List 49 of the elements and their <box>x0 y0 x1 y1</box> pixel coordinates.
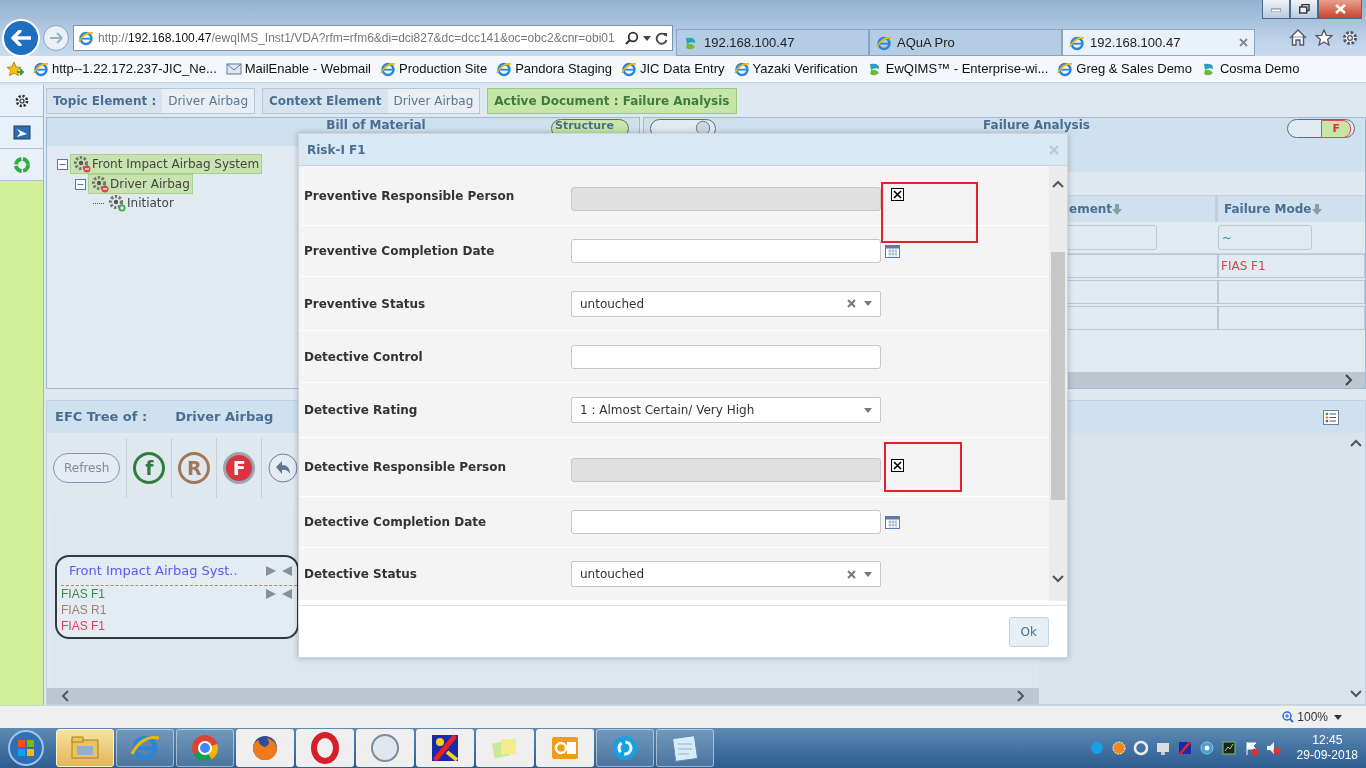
favorite-link[interactable]: EwQIMS™ - Enterprise-wi... <box>866 59 1049 79</box>
column-header[interactable]: ement <box>1069 200 1113 218</box>
browser-tab[interactable]: 192.168.100.47 <box>676 29 869 56</box>
favorite-link[interactable]: Production Site <box>379 59 488 79</box>
column-header[interactable]: Failure Mode <box>1224 200 1312 218</box>
legend-button[interactable]: F <box>223 452 256 484</box>
field-value: Driver Airbag <box>162 89 254 113</box>
favorite-link[interactable]: Greg & Sales Demo <box>1057 59 1192 79</box>
select-field[interactable]: untouched <box>571 561 881 587</box>
favorite-link[interactable]: JIC Data Entry <box>621 59 725 79</box>
browser-tab[interactable]: 192.168.100.47 <box>1062 29 1255 56</box>
field-label: Detective Completion Date <box>303 514 488 531</box>
clock[interactable]: 12:45 29-09-2018 <box>1296 733 1358 763</box>
table-cell: FIAS F1 <box>1218 254 1365 278</box>
field-label: Preventive Status <box>303 295 427 313</box>
legend-button[interactable]: f <box>133 452 166 484</box>
url-text: http://192.168.100.47/ewqIMS_Inst1/VDA?rfm=rfm6&di=dci827&dc=dcc141&oc=obc2&cnr=obi01 <box>98 31 615 45</box>
node-title: Front Impact Airbag Syst.. <box>69 562 239 580</box>
field-value: Driver Airbag <box>387 89 480 113</box>
field-label: Topic Element : <box>52 93 158 110</box>
dialog-title: Risk-I F1 <box>307 141 366 159</box>
tree-item[interactable]: Driver Airbag <box>88 174 193 194</box>
field-label: Preventive Completion Date <box>303 243 496 260</box>
tree-item[interactable]: Initiator <box>106 194 176 212</box>
browser-tab[interactable]: AQuA Pro <box>869 29 1062 56</box>
field-label: Detective Control <box>303 348 424 366</box>
field-label: Preventive Responsible Person <box>303 187 516 205</box>
favorite-link[interactable]: http--1.22.172.237-JIC_Ne... <box>33 59 217 79</box>
favorite-link[interactable]: MailEnable - Webmail <box>225 59 371 79</box>
section-value: Driver Airbag <box>175 408 274 427</box>
section-label: EFC Tree of : <box>55 408 148 427</box>
panel-title: Bill of Material <box>325 118 426 132</box>
select-field[interactable]: 1 : Almost Certain/ Very High <box>571 397 881 423</box>
field-label: Detective Responsible Person <box>303 459 508 476</box>
active-document-label: Active Document : Failure Analysis <box>487 88 737 114</box>
select-field[interactable]: untouched <box>571 290 881 317</box>
tree-item[interactable]: Front Impact Airbag System <box>70 154 263 174</box>
tree-node[interactable]: Front Impact Airbag Syst.. FIAS F1 FIAS R1 FIAS F1 <box>55 555 299 639</box>
panel-title: Failure Analysis <box>982 118 1090 132</box>
node-item[interactable]: FIAS F1 <box>61 585 265 602</box>
favorite-link[interactable]: Cosma Demo <box>1200 59 1300 79</box>
field-label: Detective Status <box>303 566 418 583</box>
ok-button[interactable]: Ok <box>1008 616 1049 647</box>
address-bar[interactable]: http://192.168.100.47/ewqIMS_Inst1/VDA?rfm=rfm6&di=dci827&dc=dcc141&oc=obc2&cnr=obi01 <box>73 25 673 51</box>
favorite-link[interactable]: Yazaki Verification <box>733 59 858 79</box>
field-label: Context Element <box>268 93 383 110</box>
favorite-link[interactable]: Pandora Staging <box>496 59 612 79</box>
field-label: Detective Rating <box>303 402 419 419</box>
zoom-control[interactable]: 100% <box>1282 708 1328 726</box>
